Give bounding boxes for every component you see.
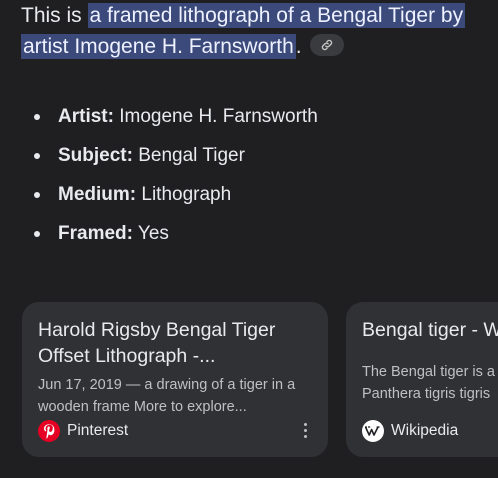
fact-medium: Medium: Lithograph bbox=[34, 179, 318, 218]
fact-artist: Artist: Imogene H. Farnsworth bbox=[34, 101, 318, 140]
fact-key: Subject: bbox=[58, 145, 133, 166]
card-source[interactable]: Wikipedia bbox=[362, 420, 458, 442]
fact-framed: Framed: Yes bbox=[34, 218, 318, 257]
card-snippet-line: Panthera tigris tigris bbox=[362, 386, 491, 402]
answer-suffix: . bbox=[295, 35, 302, 58]
source-card-pinterest[interactable]: Harold Rigsby Bengal Tiger Offset Lithog… bbox=[22, 302, 328, 457]
bullet-icon bbox=[34, 114, 40, 120]
card-snippet-line: The Bengal tiger is a bbox=[362, 364, 495, 380]
facts-list: Artist: Imogene H. Farnsworth Subject: B… bbox=[34, 101, 318, 257]
card-snippet: Jun 17, 2019 — a drawing of a tiger in a… bbox=[38, 377, 296, 415]
bullet-icon bbox=[34, 153, 40, 159]
card-title[interactable]: Bengal tiger - W bbox=[362, 317, 498, 343]
bullet-icon bbox=[34, 192, 40, 198]
fact-subject: Subject: Bengal Tiger bbox=[34, 140, 318, 179]
card-title[interactable]: Harold Rigsby Bengal Tiger Offset Lithog… bbox=[38, 317, 318, 369]
bullet-icon bbox=[34, 231, 40, 237]
fact-value: Imogene H. Farnsworth bbox=[119, 106, 318, 127]
source-name: Wikipedia bbox=[391, 422, 459, 439]
source-link-button[interactable] bbox=[309, 34, 344, 57]
more-vert-icon[interactable] bbox=[302, 423, 308, 441]
link-icon bbox=[321, 40, 332, 51]
source-card-wikipedia[interactable]: Bengal tiger - W The Bengal tiger is a P… bbox=[346, 302, 498, 457]
source-name: Pinterest bbox=[67, 422, 129, 439]
pinterest-logo-icon bbox=[38, 420, 60, 442]
answer-prefix: This is bbox=[21, 4, 88, 27]
fact-value: Lithograph bbox=[141, 184, 232, 205]
fact-key: Medium: bbox=[58, 184, 137, 205]
answer-highlight[interactable]: a framed lithograph of a Bengal Tiger by… bbox=[21, 3, 466, 59]
fact-key: Framed: bbox=[58, 223, 133, 244]
answer-paragraph: This is a framed lithograph of a Bengal … bbox=[21, 0, 491, 62]
fact-key: Artist: bbox=[58, 106, 114, 127]
card-snippet: The Bengal tiger is a Panthera tigris ti… bbox=[362, 361, 498, 405]
fact-value: Yes bbox=[137, 223, 169, 244]
ai-overview: This is a framed lithograph of a Bengal … bbox=[0, 0, 498, 478]
card-source[interactable]: Pinterest bbox=[38, 420, 128, 442]
wikipedia-logo-icon bbox=[362, 420, 384, 442]
fact-value: Bengal Tiger bbox=[138, 145, 245, 166]
